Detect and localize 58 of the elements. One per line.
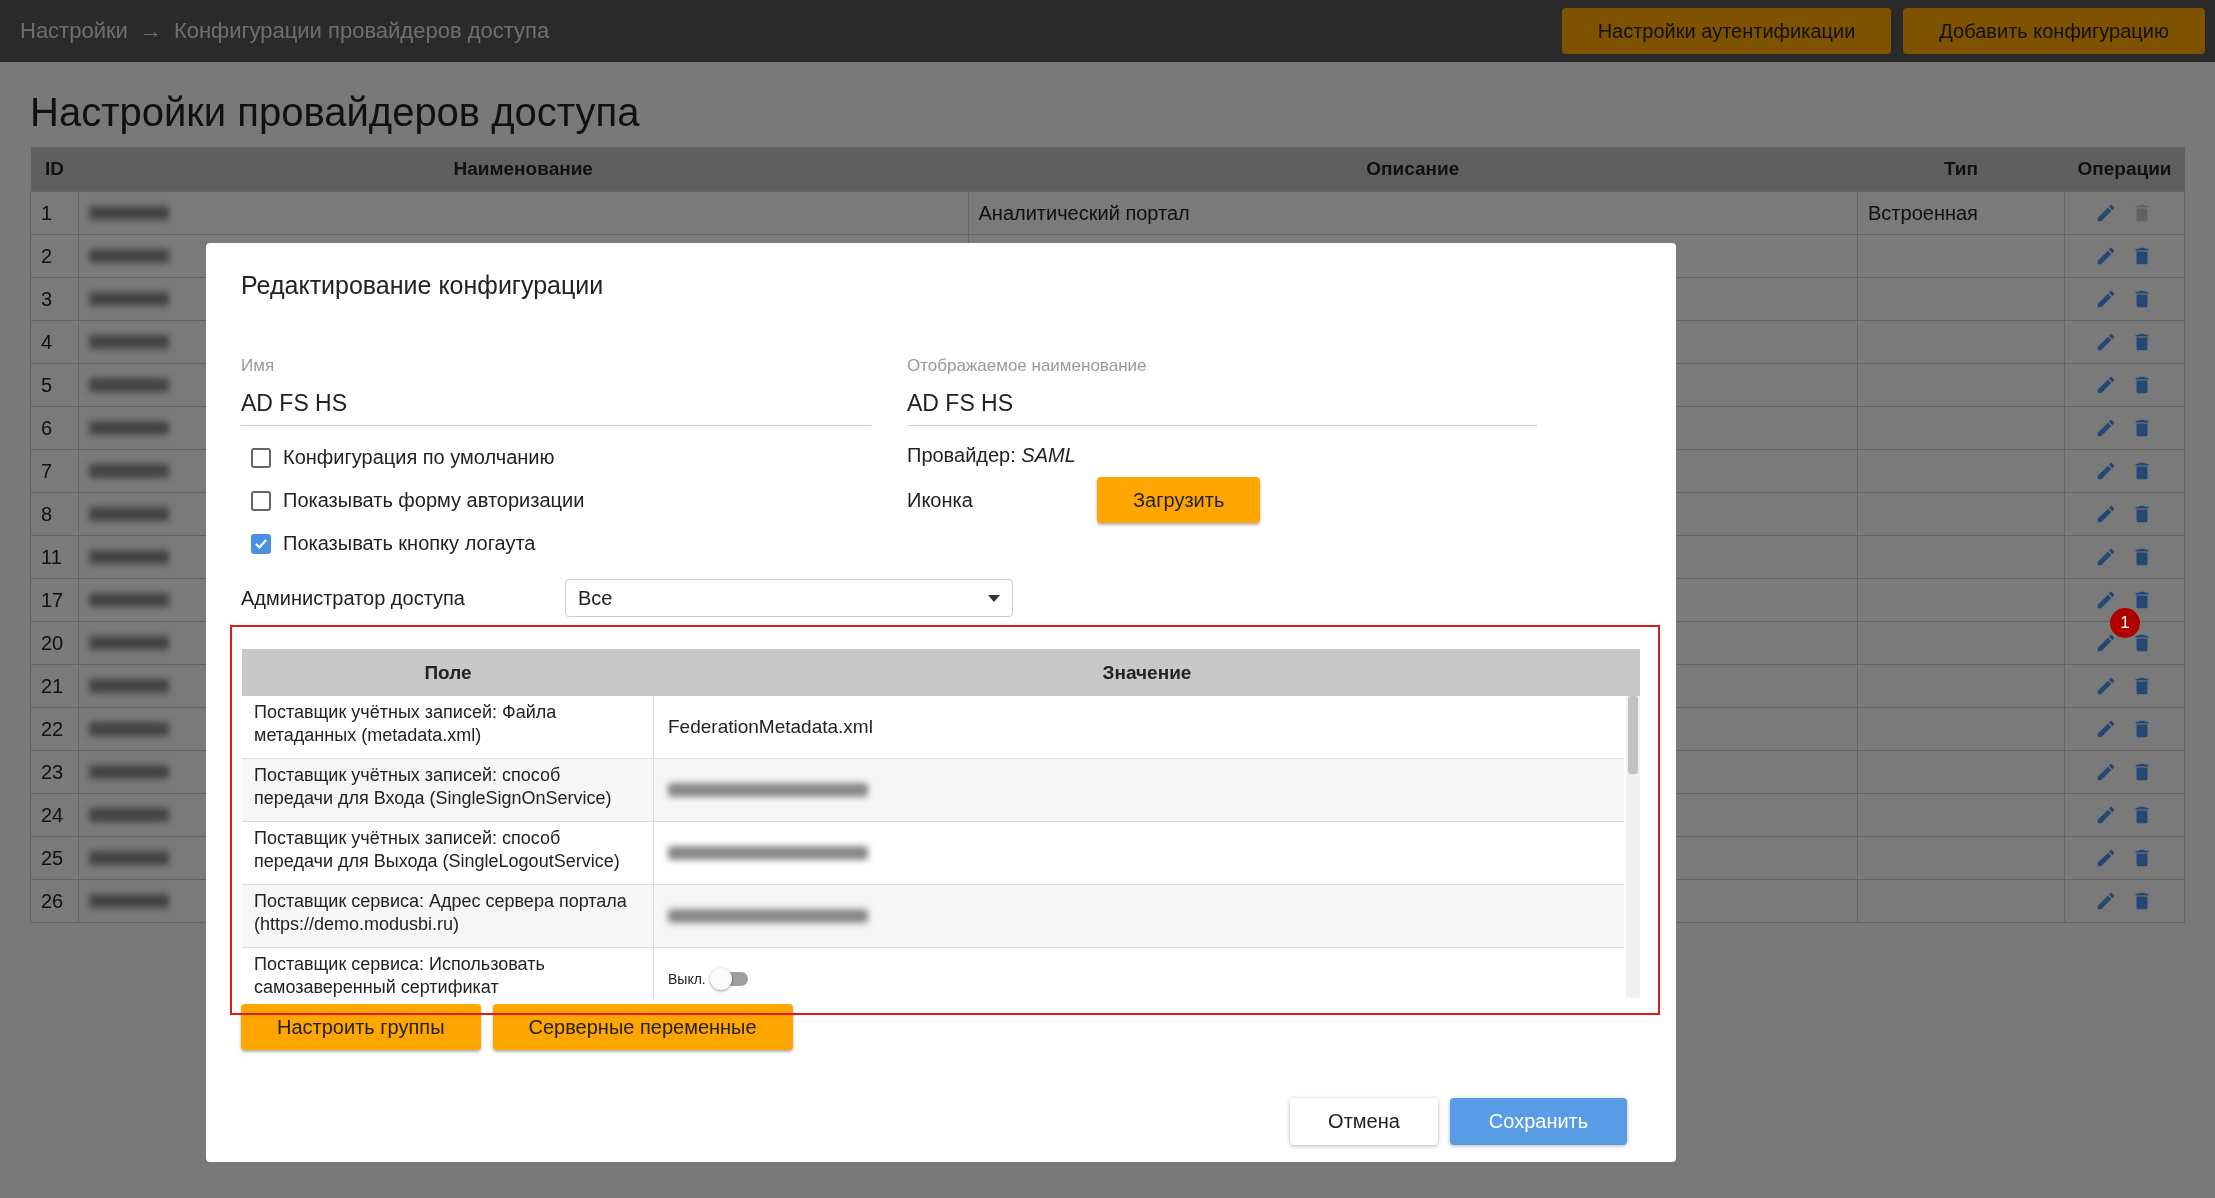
table-cell: 8	[41, 502, 53, 525]
upload-button[interactable]: Загрузить	[1097, 477, 1261, 523]
column-header: Описание	[968, 147, 1858, 192]
table-cell: 24	[41, 803, 64, 826]
admin-dropdown[interactable]: Все	[565, 579, 1013, 617]
table-cell: FederationMetadata.xml	[668, 716, 873, 738]
field-label: Имя	[241, 356, 276, 376]
table-cell: 23	[41, 760, 64, 783]
table-cell: Поставщик учётных записей: способ передачи для Выхода (SingleLogoutService)	[254, 828, 620, 872]
checkbox[interactable]	[251, 533, 271, 554]
table-cell: Аналитический портал	[978, 201, 1190, 224]
provider-label: Провайдер:	[907, 444, 1016, 466]
field-label: Отображаемое наименование	[907, 356, 1148, 376]
checkbox[interactable]	[251, 447, 271, 468]
icon-label: Иконка	[907, 488, 974, 512]
scrollbar[interactable]	[1626, 696, 1640, 998]
input-field[interactable]: AD FS HS	[907, 390, 1537, 426]
breadcrumb-separator: →	[139, 18, 162, 44]
table-cell: 20	[41, 631, 64, 654]
table-cell: 21	[41, 674, 64, 697]
table-cell: 26	[41, 889, 64, 912]
cancel-button[interactable]: Отмена	[1290, 1098, 1438, 1145]
table-cell: 22	[41, 717, 64, 740]
column-header: Поле	[423, 661, 473, 684]
table-cell: Поставщик сервиса: Использовать самозаверенный сертификат	[254, 954, 545, 998]
toggle-label: Выкл.	[668, 971, 706, 987]
column-header: Значение	[1101, 661, 1193, 684]
checkbox-label: Показывать кнопку логаута	[283, 532, 536, 555]
admin-label: Администратор доступа	[241, 586, 466, 610]
column-header: Наименование	[78, 147, 968, 192]
table-cell: Поставщик учётных записей: способ передачи для Входа (SingleSignOnService)	[254, 765, 612, 809]
dialog-title: Редактирование конфигурации	[241, 271, 605, 300]
table-cell: Поставщик учётных записей: Файла метаданных (metadata.xml)	[254, 702, 557, 746]
page-title: Настройки провайдеров доступа	[30, 90, 641, 135]
input-field[interactable]: AD FS HS	[241, 390, 871, 426]
provider-value: SAML	[1021, 444, 1076, 466]
checkbox[interactable]	[251, 490, 271, 511]
table-cell: 4	[41, 330, 53, 353]
table-cell: Поставщик сервиса: Адрес сервера портала (https://demo.modusbi.ru)	[254, 891, 627, 935]
table-cell: 5	[41, 373, 53, 396]
action-button[interactable]: Серверные переменные	[492, 1004, 793, 1050]
checkbox-label: Конфигурация по умолчанию	[283, 446, 555, 469]
column-header: Тип	[1857, 147, 2065, 192]
table-cell: Встроенная	[1868, 201, 1978, 224]
table-cell: 17	[41, 588, 64, 611]
table-cell: 25	[41, 846, 64, 869]
table-cell: 1	[41, 201, 53, 224]
table-cell: 6	[41, 416, 53, 439]
table-cell: 2	[41, 244, 53, 267]
column-header: Операции	[2064, 147, 2185, 192]
breadcrumb-current: Конфигурации провайдеров доступа	[173, 18, 550, 44]
action-button[interactable]: Настроить группы	[241, 1004, 481, 1050]
table-cell: 3	[41, 287, 53, 310]
table-cell: 11	[41, 545, 62, 568]
checkbox-label: Показывать форму авторизации	[283, 489, 585, 512]
caret-icon	[988, 594, 1000, 602]
column-header: ID	[30, 147, 79, 192]
table-cell: 7	[41, 459, 53, 482]
